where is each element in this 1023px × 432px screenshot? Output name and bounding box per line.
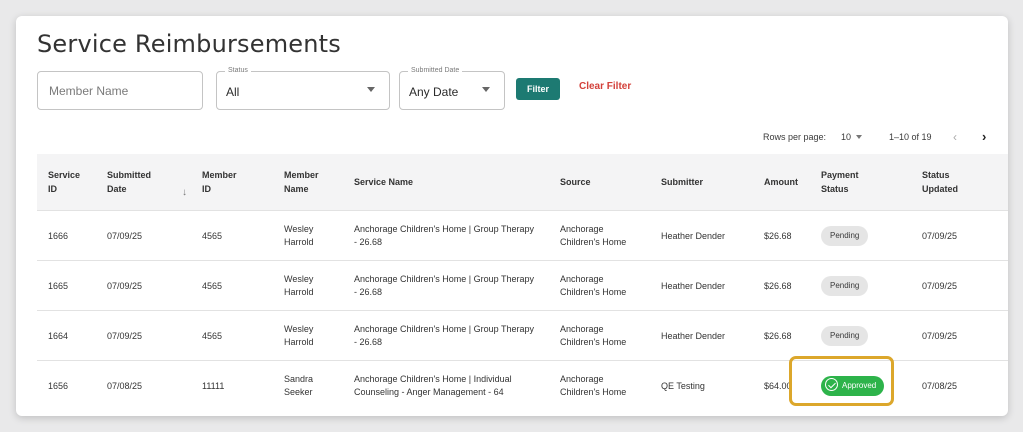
submitted-date: 07/09/25 (107, 231, 143, 241)
status-select[interactable]: Status All (216, 66, 390, 110)
status-select-label: Status (225, 66, 251, 76)
chevron-right-icon[interactable]: › (982, 129, 986, 144)
rows-per-page-select[interactable]: 10 (841, 132, 851, 142)
member-id: 4565 (202, 231, 223, 241)
member-id: 4565 (202, 331, 223, 341)
amount: $64.00 (764, 381, 792, 391)
submitted-date-value: Any Date (409, 85, 459, 99)
submitted-date-label: Submitted Date (408, 66, 463, 76)
column-header-member-id[interactable]: Member ID (202, 168, 237, 196)
column-header-service-id[interactable]: Service ID (48, 168, 80, 196)
column-header-amount[interactable]: Amount (764, 175, 798, 189)
status-badge: Pending (821, 276, 869, 296)
filter-button[interactable]: Filter (516, 78, 560, 100)
column-header-submitter[interactable]: Submitter (661, 175, 703, 189)
column-header-submitted-date[interactable]: Submitted Date ↓ (107, 168, 197, 198)
submitter: QE Testing (661, 381, 705, 391)
sort-down-icon[interactable]: ↓ (182, 186, 187, 200)
page-title: Service Reimbursements (37, 30, 341, 58)
member-name: Wesley Harrold (284, 274, 314, 297)
source: Anchorage Children's Home (560, 224, 627, 247)
source: Anchorage Children's Home (560, 374, 627, 397)
amount: $26.68 (764, 331, 792, 341)
status-badge: Pending (821, 326, 869, 346)
service-name: Anchorage Children's Home | Individual Co… (354, 374, 512, 397)
submitted-date: 07/09/25 (107, 281, 143, 291)
member-name: Wesley Harrold (284, 324, 314, 347)
column-header-payment-status[interactable]: Payment Status (821, 168, 859, 196)
service-id: 1656 (48, 381, 69, 391)
table-row[interactable]: 1664 07/09/25 4565 Wesley Harrold Anchora… (37, 310, 1008, 360)
table-row[interactable]: 1665 07/09/25 4565 Wesley Harrold Anchora… (37, 260, 1008, 310)
column-header-member-name[interactable]: Member Name (284, 168, 319, 196)
chevron-left-icon[interactable]: ‹ (953, 130, 957, 144)
pagination: Rows per page: 10 1–10 of 19 ‹ › (16, 129, 1008, 146)
member-name: Sandra Seeker (284, 374, 314, 397)
status-select-value: All (226, 85, 240, 99)
caret-down-icon (482, 87, 490, 92)
submitter: Heather Dender (661, 281, 726, 291)
status-updated: 07/08/25 (922, 381, 958, 391)
source: Anchorage Children's Home (560, 324, 627, 347)
amount: $26.68 (764, 231, 792, 241)
check-circle-icon (825, 378, 838, 392)
member-name: Wesley Harrold (284, 224, 314, 247)
clear-filter-button[interactable]: Clear Filter (579, 81, 631, 92)
amount: $26.68 (764, 281, 792, 291)
status-updated: 07/09/25 (922, 231, 958, 241)
service-id: 1664 (48, 331, 69, 341)
member-name-input[interactable] (37, 71, 203, 110)
status-updated: 07/09/25 (922, 331, 958, 341)
submitted-date: 07/08/25 (107, 381, 143, 391)
caret-down-icon (367, 87, 375, 92)
column-header-source[interactable]: Source (560, 175, 591, 189)
table-header: Service ID Submitted Date ↓ Member ID Member… (37, 154, 1008, 210)
status-badge-approved: Approved (821, 376, 885, 396)
reimbursements-table: Service ID Submitted Date ↓ Member ID Member… (37, 154, 1008, 410)
rows-per-page-label: Rows per page: (763, 132, 827, 142)
table-row[interactable]: 1656 07/08/25 11111 Sandra Seeker Anchora… (37, 360, 1008, 410)
column-header-status-updated[interactable]: Status Updated (922, 168, 958, 196)
status-badge: Pending (821, 226, 869, 246)
service-name: Anchorage Children's Home | Group Therap… (354, 224, 534, 247)
member-id: 4565 (202, 281, 223, 291)
submitted-date: 07/09/25 (107, 331, 143, 341)
service-id: 1666 (48, 231, 69, 241)
service-name: Anchorage Children's Home | Group Therap… (354, 274, 534, 297)
column-header-service-name[interactable]: Service Name (354, 175, 413, 189)
submitter: Heather Dender (661, 231, 726, 241)
service-id: 1665 (48, 281, 69, 291)
status-updated: 07/09/25 (922, 281, 958, 291)
source: Anchorage Children's Home (560, 274, 627, 297)
table-row[interactable]: 1666 07/09/25 4565 Wesley Harrold Anchora… (37, 210, 1008, 260)
reimbursements-card: Service Reimbursements Status All Submit… (16, 16, 1008, 416)
caret-down-icon[interactable] (856, 135, 862, 139)
pagination-range: 1–10 of 19 (889, 132, 932, 142)
member-id: 11111 (202, 381, 225, 391)
service-name: Anchorage Children's Home | Group Therap… (354, 324, 534, 347)
submitted-date-select[interactable]: Submitted Date Any Date (399, 66, 505, 110)
submitter: Heather Dender (661, 331, 726, 341)
